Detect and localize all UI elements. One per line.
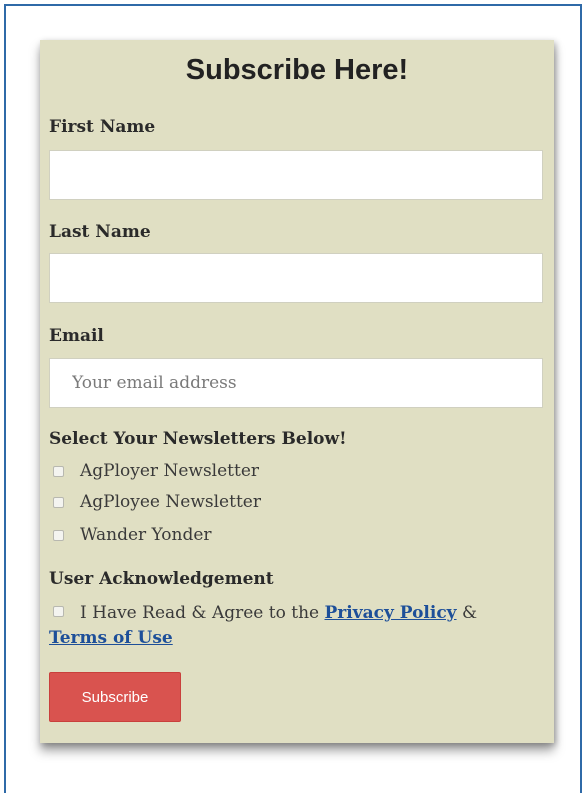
newsletter-option-agployer[interactable]: AgPloyer Newsletter [53, 461, 259, 481]
last-name-label: Last Name [49, 222, 151, 242]
acknowledgement-heading: User Acknowledgement [49, 569, 274, 589]
acknowledgement-text: I Have Read & Agree to the Privacy Polic… [53, 601, 533, 625]
newsletter-option-label: AgPloyer Newsletter [80, 461, 260, 481]
acknowledgement-second-line: Terms of Use [49, 626, 173, 650]
newsletter-option-agployee[interactable]: AgPloyee Newsletter [53, 492, 261, 512]
email-label: Email [49, 326, 104, 346]
subscribe-form: Subscribe Here! First Name Last Name Ema… [40, 40, 554, 743]
acknowledgement-checkbox[interactable] [53, 606, 64, 617]
newsletters-heading: Select Your Newsletters Below! [49, 429, 347, 449]
privacy-policy-link[interactable]: Privacy Policy [325, 603, 457, 623]
wander-yonder-checkbox[interactable] [53, 529, 64, 541]
agployee-checkbox[interactable] [53, 496, 64, 508]
terms-of-use-link[interactable]: Terms of Use [49, 628, 173, 648]
first-name-input[interactable] [49, 150, 543, 200]
email-input[interactable] [49, 358, 543, 408]
newsletter-option-label: Wander Yonder [80, 525, 212, 545]
form-title: Subscribe Here! [185, 54, 409, 86]
acknowledgement-text-before: I Have Read & Agree to the [80, 603, 320, 623]
newsletter-option-wander-yonder[interactable]: Wander Yonder [53, 525, 212, 545]
subscribe-button[interactable]: Subscribe [49, 672, 181, 722]
acknowledgement-ampersand: & [461, 603, 478, 623]
first-name-label: First Name [49, 117, 156, 137]
newsletter-option-label: AgPloyee Newsletter [80, 492, 261, 512]
last-name-input[interactable] [49, 253, 543, 303]
agployer-checkbox[interactable] [53, 465, 64, 477]
